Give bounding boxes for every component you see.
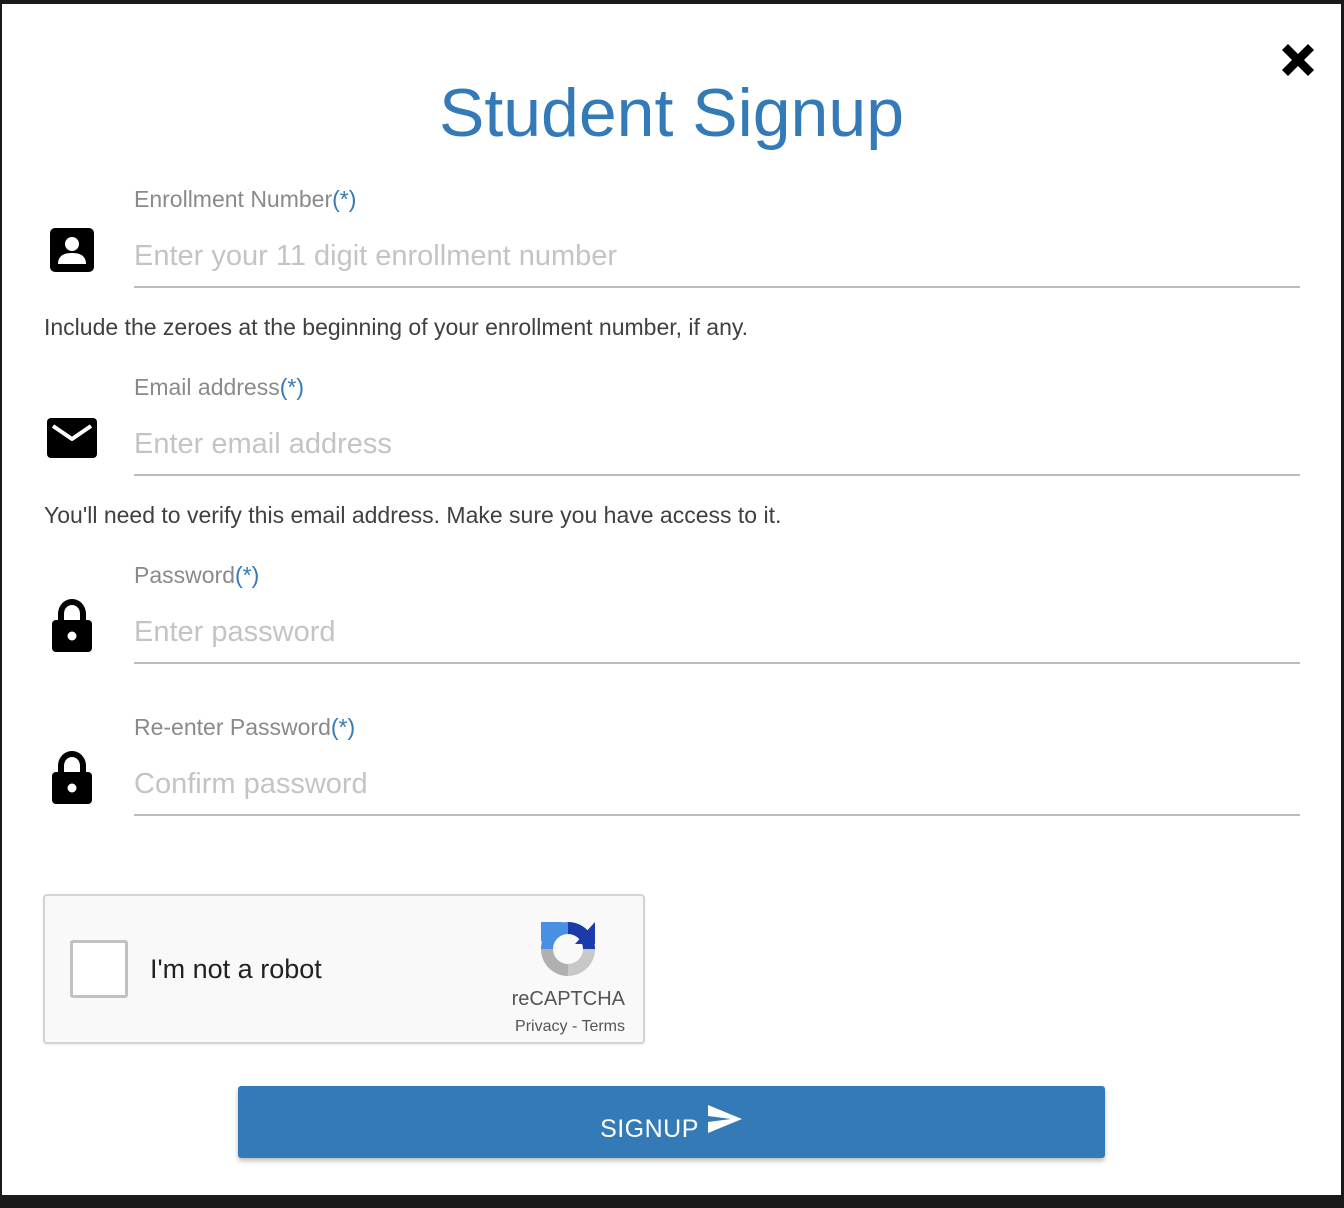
recaptcha-logo-icon <box>541 922 595 976</box>
signup-modal: Student Signup Enrollment Number(*) Incl… <box>2 4 1341 1195</box>
password-label-text: Password <box>134 562 235 588</box>
enrollment-input[interactable] <box>134 226 1300 288</box>
lock-icon <box>44 750 100 806</box>
enrollment-label-text: Enrollment Number <box>134 186 333 212</box>
enrollment-label: Enrollment Number(*) <box>134 186 356 213</box>
signup-button-label: SIGNUP <box>600 1114 699 1143</box>
recaptcha-brand: reCAPTCHA <box>511 988 625 1010</box>
recaptcha-links: Privacy - Terms <box>465 1018 625 1036</box>
enrollment-help-text: Include the zeroes at the beginning of y… <box>44 314 749 340</box>
send-icon <box>707 1105 742 1133</box>
password-label: Password(*) <box>134 562 259 589</box>
signup-button[interactable]: SIGNUP <box>238 1086 1105 1158</box>
email-icon <box>44 410 100 466</box>
recaptcha-terms-link[interactable]: Terms <box>581 1018 625 1035</box>
required-marker: (*) <box>279 374 305 400</box>
required-marker: (*) <box>330 714 356 740</box>
required-marker: (*) <box>332 186 357 212</box>
password-input[interactable] <box>134 602 1300 664</box>
email-label-text: Email address <box>134 374 280 400</box>
account-box-icon <box>44 222 100 278</box>
recaptcha-widget: I'm not a robot reCAPTCHA Privacy - Term… <box>43 894 645 1044</box>
confirm-password-label: Re-enter Password(*) <box>134 714 355 741</box>
lock-icon <box>44 598 100 654</box>
recaptcha-checkbox[interactable] <box>70 940 128 998</box>
email-label: Email address(*) <box>134 374 304 401</box>
recaptcha-link-separator: - <box>567 1018 582 1035</box>
recaptcha-label: I'm not a robot <box>150 954 322 984</box>
recaptcha-privacy-link[interactable]: Privacy <box>515 1018 567 1035</box>
confirm-password-input[interactable] <box>134 754 1300 816</box>
required-marker: (*) <box>234 562 260 588</box>
email-input[interactable] <box>134 414 1300 476</box>
email-help-text: You'll need to verify this email address… <box>44 502 782 528</box>
page-title: Student Signup <box>438 75 905 151</box>
confirm-password-label-text: Re-enter Password <box>134 714 331 740</box>
